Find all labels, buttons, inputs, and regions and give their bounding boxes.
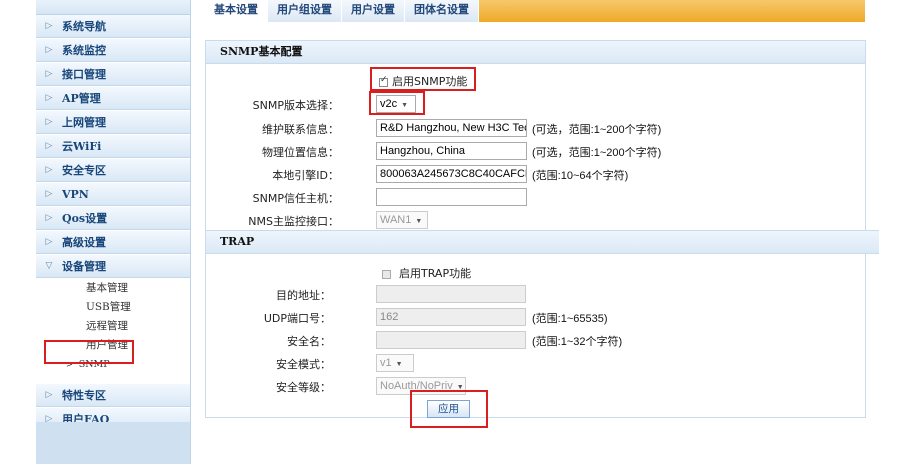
udp-port-label: UDP端口号： <box>263 312 331 325</box>
contact-info-label: 维护联系信息： <box>262 123 339 136</box>
nms-interface-label: NMS主监控接口： <box>248 215 339 228</box>
sidebar-item-cloud-wifi[interactable]: ▷ 云WiFi <box>36 135 190 158</box>
dest-address-label: 目的地址： <box>276 289 331 302</box>
udp-port-input[interactable]: 162 <box>376 308 526 326</box>
security-name-hint: (范围:1~32个字符) <box>532 336 623 348</box>
snmp-config-panel: SNMP基本配置 启用SNMP功能 SNMP版本选择： v2c▼ 维护联系信息：… <box>205 40 879 428</box>
sidebar-item-label: 系统导航 <box>62 20 106 33</box>
highlight-box-apply <box>410 390 488 428</box>
chevron-right-icon: ▷ <box>45 390 53 400</box>
sidebar-item-security[interactable]: ▷ 安全专区 <box>36 159 190 182</box>
security-mode-label: 安全模式： <box>276 358 331 371</box>
tab-user-settings[interactable]: 用户设置 <box>342 0 405 22</box>
chevron-right-icon: ▷ <box>45 69 53 79</box>
sidebar-item-label: VPN <box>62 187 89 201</box>
trusted-host-input[interactable] <box>376 188 527 206</box>
highlight-box-snmp-version <box>369 91 425 115</box>
tab-bar: 基本设置 用户组设置 用户设置 团体名设置 <box>205 0 865 22</box>
sidebar-item-label: 系统监控 <box>62 44 106 57</box>
sidebar-subitem-basic-mgmt[interactable]: 基本管理 <box>36 279 190 298</box>
security-name-input[interactable] <box>376 331 526 349</box>
tab-community-settings[interactable]: 团体名设置 <box>405 0 479 22</box>
engine-id-input[interactable]: 800063A245673C8C40CAFCD2 <box>376 165 527 183</box>
nms-interface-value: WAN1 <box>380 214 412 226</box>
chevron-right-icon: ▷ <box>45 141 53 151</box>
chevron-right-icon: ▷ <box>45 213 53 223</box>
security-mode-value: v1 <box>380 357 392 369</box>
location-info-input[interactable]: Hangzhou, China <box>376 142 527 160</box>
location-info-hint: (可选，范围:1~200个字符) <box>532 147 662 159</box>
sidebar-item-label: Qos设置 <box>62 212 108 225</box>
chevron-right-icon: ▷ <box>45 165 53 175</box>
caret-down-icon: ▼ <box>395 361 403 368</box>
location-info-label: 物理位置信息： <box>262 146 339 159</box>
udp-port-hint: (范围:1~65535) <box>532 313 608 325</box>
chevron-right-icon: ▷ <box>45 21 53 31</box>
dest-address-input[interactable] <box>376 285 526 303</box>
highlight-box-snmp-enable <box>370 67 476 91</box>
sidebar-item-label: 接口管理 <box>62 68 106 81</box>
sidebar-item-internet[interactable]: ▷ 上网管理 <box>36 111 190 134</box>
chevron-right-icon: ▷ <box>45 237 53 247</box>
sidebar-item-label: 云WiFi <box>62 140 102 153</box>
sidebar-item-system-monitor[interactable]: ▷ 系统监控 <box>36 39 190 62</box>
chevron-right-icon: ▷ <box>45 189 53 199</box>
sidebar-item-interface[interactable]: ▷ 接口管理 <box>36 63 190 86</box>
caret-down-icon: ▼ <box>415 218 423 225</box>
tab-user-group-settings[interactable]: 用户组设置 <box>268 0 342 22</box>
contact-info-input[interactable]: R&D Hangzhou, New H3C Tech <box>376 119 527 137</box>
security-level-label: 安全等级： <box>276 381 331 394</box>
sidebar-item-qos[interactable]: ▷ Qos设置 <box>36 207 190 230</box>
sidebar-item-features[interactable]: ▷ 特性专区 <box>36 384 190 407</box>
section-title-snmp: SNMP基本配置 <box>206 41 865 64</box>
sidebar-item-device-mgmt[interactable]: ▽ 设备管理 <box>36 255 190 278</box>
chevron-right-icon: ▷ <box>45 117 53 127</box>
security-name-label: 安全名： <box>287 335 331 348</box>
trap-enable-label: 启用TRAP功能 <box>399 267 472 280</box>
contact-info-hint: (可选，范围:1~200个字符) <box>532 124 662 136</box>
nms-interface-select[interactable]: WAN1 ▼ <box>376 211 428 229</box>
sidebar-subitem-usb-mgmt[interactable]: USB管理 <box>36 298 190 317</box>
chevron-down-icon: ▽ <box>45 261 53 271</box>
sidebar-top-strip <box>36 0 190 15</box>
sidebar-item-vpn[interactable]: ▷ VPN <box>36 183 190 206</box>
sidebar-bottom-fill <box>36 422 190 464</box>
engine-id-label: 本地引擎ID： <box>272 169 339 182</box>
sidebar-item-system-nav[interactable]: ▷ 系统导航 <box>36 15 190 38</box>
trusted-host-label: SNMP信任主机： <box>252 192 339 205</box>
sidebar-item-label: AP管理 <box>62 92 101 105</box>
sidebar-item-label: 特性专区 <box>62 389 106 402</box>
section-title-trap: TRAP <box>206 230 879 254</box>
sidebar-item-label: 高级设置 <box>62 236 106 249</box>
chevron-right-icon: ▷ <box>45 93 53 103</box>
tab-basic-settings[interactable]: 基本设置 <box>205 0 268 22</box>
sidebar-item-advanced[interactable]: ▷ 高级设置 <box>36 231 190 254</box>
sidebar-item-ap[interactable]: ▷ AP管理 <box>36 87 190 110</box>
sidebar-nav: ▷ 系统导航 ▷ 系统监控 ▷ 接口管理 ▷ AP管理 ▷ 上网管理 ▷ 云WiFi ▷ 安全… <box>36 0 191 464</box>
trap-enable-checkbox-row[interactable]: 启用TRAP功能 <box>382 265 471 281</box>
chevron-right-icon: ▷ <box>45 45 53 55</box>
trap-enable-checkbox[interactable] <box>382 269 391 279</box>
sidebar-subitem-remote-mgmt[interactable]: 远程管理 <box>36 317 190 336</box>
security-mode-select[interactable]: v1 ▼ <box>376 354 414 372</box>
sidebar-item-label: 设备管理 <box>62 260 106 273</box>
engine-id-hint: (范围:10~64个字符) <box>532 170 629 182</box>
sidebar-item-label: 安全专区 <box>62 164 106 177</box>
snmp-version-label: SNMP版本选择： <box>252 99 339 112</box>
highlight-box-snmp-nav <box>44 340 134 364</box>
sidebar-item-label: 上网管理 <box>62 116 106 129</box>
